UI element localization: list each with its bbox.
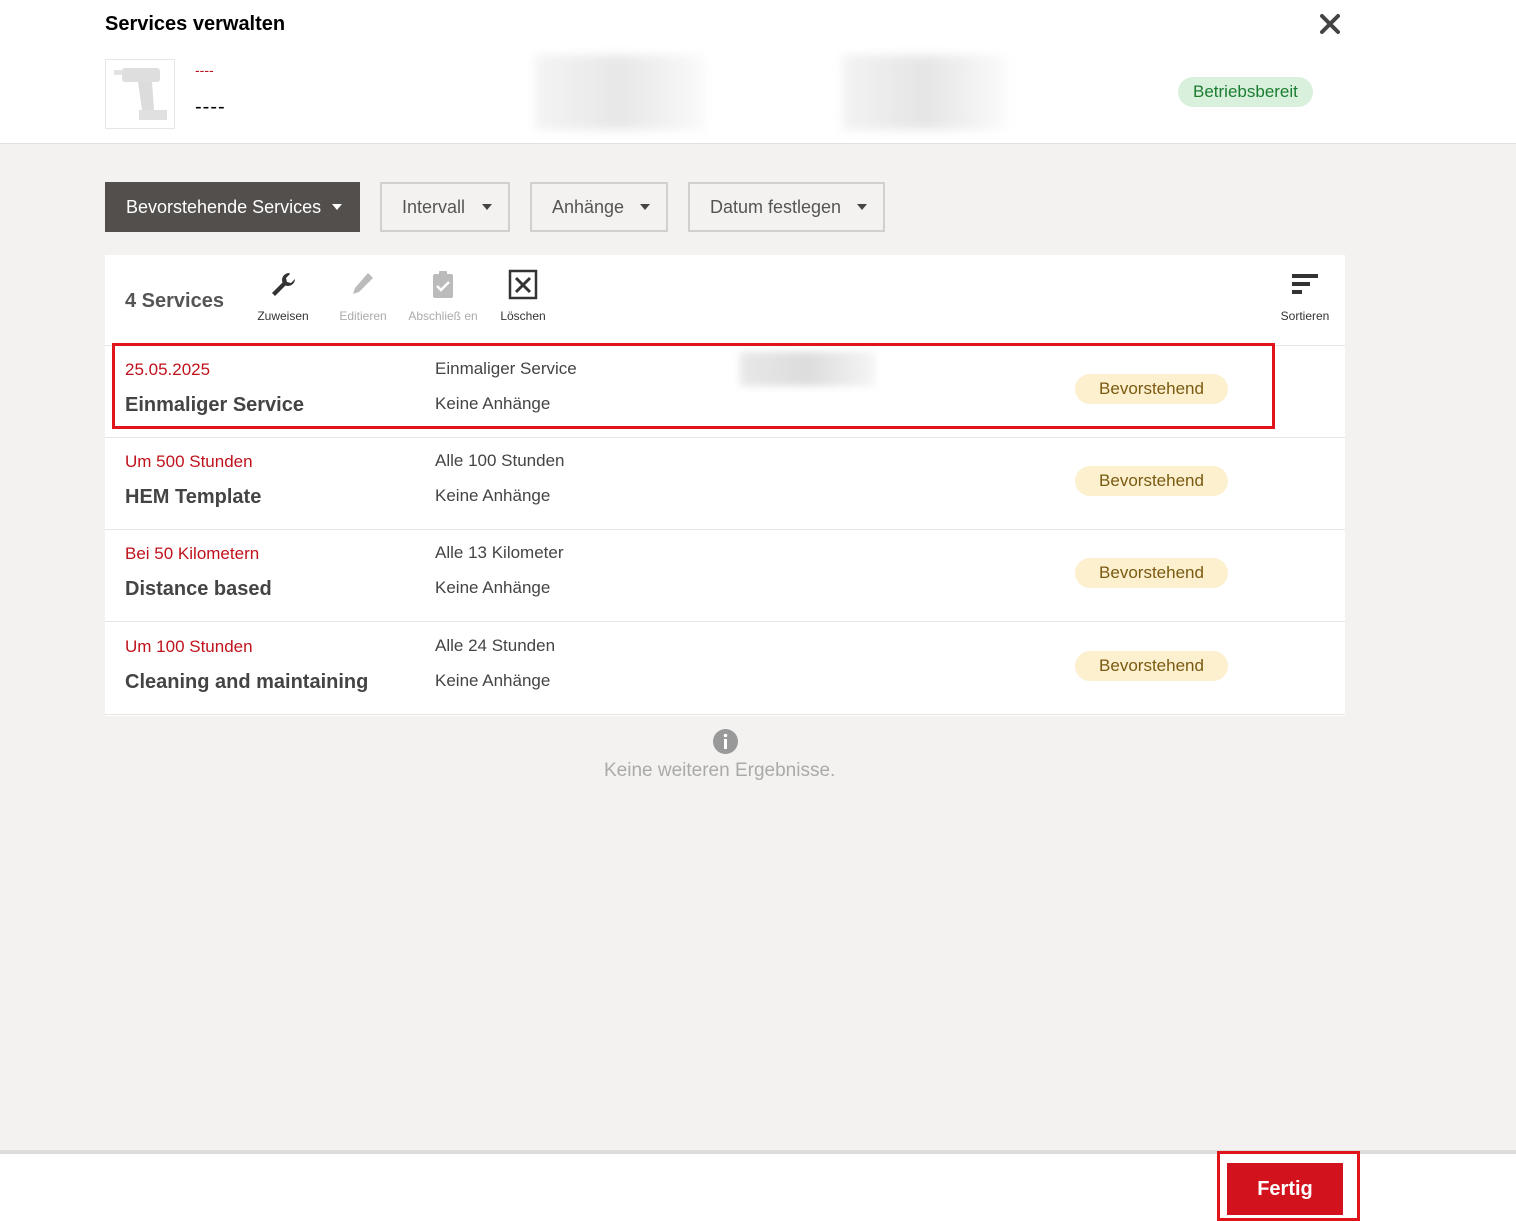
complete-button[interactable]: Abschließ en xyxy=(403,269,483,323)
info-icon xyxy=(713,729,738,754)
service-status-badge: Bevorstehend xyxy=(1075,374,1228,404)
sort-icon xyxy=(1292,274,1318,294)
done-button[interactable]: Fertig xyxy=(1227,1163,1343,1215)
service-name: Cleaning and maintaining xyxy=(125,671,369,693)
caret-down-icon xyxy=(332,204,342,210)
services-toolbar: 4 Services Zuweisen Editieren Abschließ … xyxy=(105,255,1345,346)
filter-upcoming-services[interactable]: Bevorstehende Services xyxy=(105,182,360,232)
service-row[interactable]: Um 500 Stunden HEM Template Alle 100 Stu… xyxy=(105,438,1345,530)
service-attachments: Keine Anhänge xyxy=(435,671,551,690)
tool-label: Abschließ en xyxy=(408,309,478,323)
close-icon[interactable] xyxy=(1316,10,1344,38)
edit-button[interactable]: Editieren xyxy=(323,269,403,323)
service-interval: Alle 100 Stunden xyxy=(435,451,565,470)
filter-set-date[interactable]: Datum festlegen xyxy=(688,182,885,232)
service-name: HEM Template xyxy=(125,486,262,508)
service-name: Einmaliger Service xyxy=(125,394,304,416)
asset-name: ---- xyxy=(195,96,226,118)
service-interval: Alle 24 Stunden xyxy=(435,636,556,655)
wrench-icon xyxy=(272,273,295,296)
service-due: Bei 50 Kilometern xyxy=(125,544,260,563)
asset-thumbnail xyxy=(105,59,175,129)
service-due: Um 100 Stunden xyxy=(125,637,253,656)
delete-button[interactable]: Löschen xyxy=(483,269,563,323)
filter-attachments[interactable]: Anhänge xyxy=(530,182,668,232)
clipboard-check-icon xyxy=(433,271,453,298)
tool-label: Sortieren xyxy=(1280,309,1330,323)
caret-down-icon xyxy=(857,204,867,210)
dialog-header: Services verwalten ---- ---- Betriebsber… xyxy=(0,0,1516,144)
caret-down-icon xyxy=(640,204,650,210)
redacted-info xyxy=(842,55,1007,130)
service-name: Distance based xyxy=(125,578,272,600)
filter-label: Intervall xyxy=(402,196,466,217)
pencil-icon xyxy=(353,273,373,294)
tool-label: Editieren xyxy=(339,309,387,323)
service-row[interactable]: Bei 50 Kilometern Distance based Alle 13… xyxy=(105,530,1345,622)
assign-button[interactable]: Zuweisen xyxy=(243,269,323,323)
services-count: 4 Services xyxy=(125,290,224,312)
service-status-badge: Bevorstehend xyxy=(1075,466,1228,496)
tool-label: Löschen xyxy=(500,309,546,323)
redacted-info xyxy=(740,352,875,386)
service-attachments: Keine Anhänge xyxy=(435,486,551,505)
sort-button[interactable]: Sortieren xyxy=(1265,269,1345,323)
no-more-results: Keine weiteren Ergebnisse. xyxy=(604,760,836,781)
filter-label: Anhänge xyxy=(552,196,625,217)
tool-label: Zuweisen xyxy=(257,309,309,323)
redacted-info xyxy=(535,55,705,130)
service-attachments: Keine Anhänge xyxy=(435,394,551,413)
service-interval: Einmaliger Service xyxy=(435,359,577,378)
service-attachments: Keine Anhänge xyxy=(435,578,551,597)
filter-label: Bevorstehende Services xyxy=(126,196,322,217)
caret-down-icon xyxy=(482,204,492,210)
service-due: 25.05.2025 xyxy=(125,360,211,379)
service-due: Um 500 Stunden xyxy=(125,452,253,471)
asset-subtitle: ---- xyxy=(195,62,214,78)
service-row[interactable]: Um 100 Stunden Cleaning and maintaining … xyxy=(105,623,1345,715)
service-interval: Alle 13 Kilometer xyxy=(435,543,564,562)
filter-interval[interactable]: Intervall xyxy=(380,182,510,232)
service-row[interactable]: 25.05.2025 Einmaliger Service Einmaliger… xyxy=(105,346,1345,438)
asset-status-badge: Betriebsbereit xyxy=(1178,77,1313,107)
services-panel: 4 Services Zuweisen Editieren Abschließ … xyxy=(105,255,1345,716)
service-status-badge: Bevorstehend xyxy=(1075,558,1228,588)
drill-icon xyxy=(114,68,167,120)
dialog-title: Services verwalten xyxy=(105,13,286,35)
service-status-badge: Bevorstehend xyxy=(1075,651,1228,681)
delete-box-icon xyxy=(508,269,538,300)
filter-label: Datum festlegen xyxy=(710,196,842,217)
